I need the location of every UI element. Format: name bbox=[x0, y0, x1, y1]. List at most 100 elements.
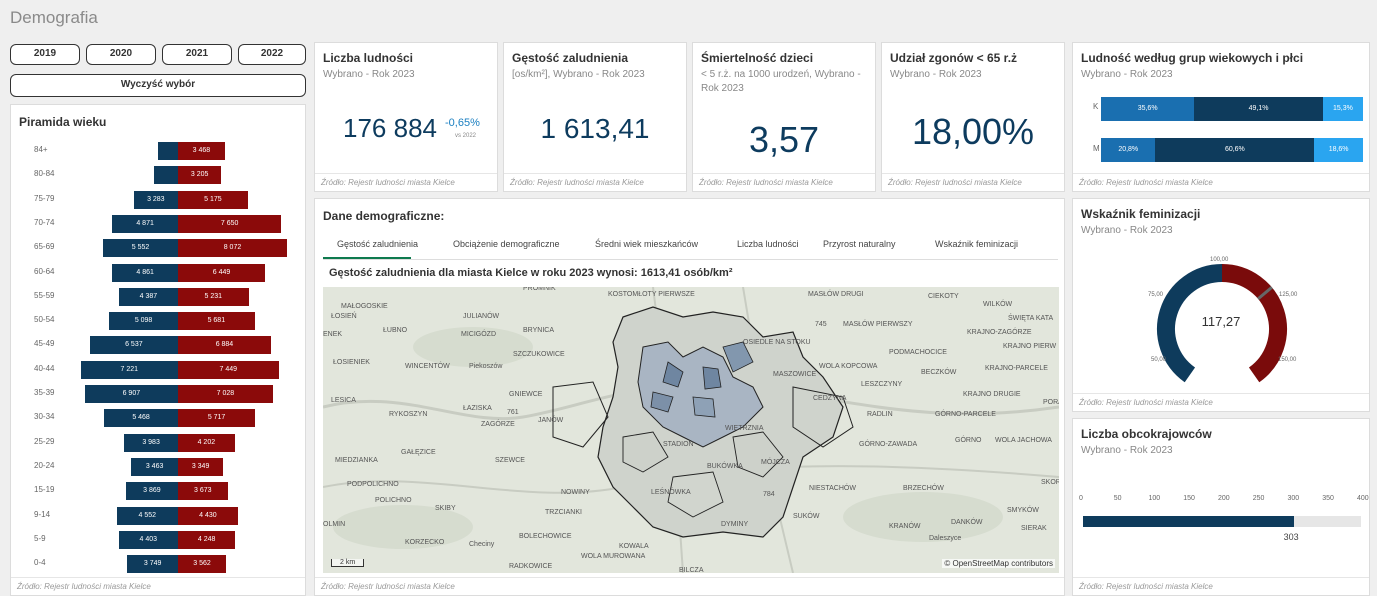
feminization-source: Źródło: Rejestr ludności miasta Kielce bbox=[1073, 393, 1369, 411]
tab-3[interactable]: Liczba ludności bbox=[737, 239, 799, 249]
map-place-label: CEDZYNA bbox=[813, 395, 847, 402]
pyramid-row: 60-64 4 861 6 449 bbox=[11, 263, 305, 282]
pyramid-age-label: 15-19 bbox=[34, 485, 55, 495]
map-background bbox=[323, 287, 1059, 573]
pyramid-row: 30-34 5 468 5 717 bbox=[11, 409, 305, 428]
clear-selection-button[interactable]: Wyczyść wybór bbox=[10, 74, 306, 97]
foreigners-axis-tick: 400 bbox=[1357, 495, 1369, 502]
foreigners-axis-tick: 100 bbox=[1148, 495, 1161, 502]
map-place-label: MASZOWICE bbox=[773, 371, 817, 378]
age-bar-m-working: 60,6% bbox=[1155, 138, 1315, 162]
pyramid-row: 35-39 6 907 7 028 bbox=[11, 385, 305, 403]
page-title: Demografia bbox=[10, 8, 98, 27]
map-place-label: WIETRZNIA bbox=[725, 425, 764, 432]
pyramid-row: 50-54 5 098 5 681 bbox=[11, 312, 305, 331]
map-place-label: BOLECHOWICE bbox=[519, 533, 572, 540]
tab-1[interactable]: Obciążenie demograficzne bbox=[453, 239, 560, 249]
map-place-label: PODMACHOCICE bbox=[889, 349, 947, 356]
demographic-data-title: Dane demograficzne: bbox=[323, 209, 445, 223]
foreigners-title: Liczba obcokrajowców bbox=[1081, 427, 1212, 441]
kpi-deaths-source: Źródło: Rejestr ludności miasta Kielce bbox=[882, 173, 1064, 191]
map-place-label: Checiny bbox=[469, 541, 495, 548]
pyramid-row: 9-14 4 552 4 430 bbox=[11, 506, 305, 525]
age-groups-sub: Wybrano - Rok 2023 bbox=[1081, 69, 1173, 80]
foreigners-sub: Wybrano - Rok 2023 bbox=[1081, 445, 1173, 456]
gauge-label-100: 100,00 bbox=[1210, 257, 1229, 263]
map-place-label: ŁOSIEŃ bbox=[331, 313, 357, 320]
gauge-label-75: 75,00 bbox=[1148, 292, 1164, 298]
pyramid-female-bar: 7 028 bbox=[178, 385, 273, 403]
kpi-population-value: 176 884 bbox=[343, 113, 437, 143]
foreigners-axis-tick: 200 bbox=[1218, 495, 1230, 502]
demographic-data-card: Dane demograficzne: Gęstość zaludnienia O… bbox=[314, 198, 1065, 596]
year-2021-button[interactable]: 2021 bbox=[162, 44, 232, 65]
pyramid-male-bar: 4 552 bbox=[116, 506, 178, 525]
map-place-label: MIEDZIANKA bbox=[335, 457, 378, 464]
pyramid-row: 75-79 3 283 5 175 bbox=[11, 190, 305, 209]
pyramid-male-bar bbox=[157, 142, 178, 160]
pyramid-age-label: 9-14 bbox=[34, 509, 51, 519]
density-map[interactable]: PROMNIK KOSTOMŁOTY PIERWSZE MASŁÓW DRUGI CI… bbox=[323, 287, 1059, 573]
age-bar-k-young: 35,6% bbox=[1101, 97, 1195, 121]
map-place-label: ZAGÓRZE bbox=[481, 421, 515, 428]
map-place-label: BRZECHÓW bbox=[903, 485, 944, 492]
map-place-label: NOWINY bbox=[561, 489, 590, 496]
age-groups-m-label: M bbox=[1093, 144, 1100, 153]
kpi-mortality-title: Śmiertelność dzieci bbox=[701, 51, 814, 65]
tab-2[interactable]: Średni wiek mieszkańców bbox=[595, 239, 698, 249]
pyramid-female-bar: 4 248 bbox=[178, 530, 236, 549]
tab-5[interactable]: Wskaźnik feminizacji bbox=[935, 239, 1018, 249]
foreigners-card: Liczba obcokrajowców Wybrano - Rok 2023 … bbox=[1072, 418, 1370, 596]
pyramid-age-label: 55-59 bbox=[34, 290, 55, 300]
kpi-population-sub: Wybrano - Rok 2023 bbox=[323, 69, 415, 80]
kpi-density-sub: [os/km²], Wybrano - Rok 2023 bbox=[512, 69, 645, 80]
map-place-label: ŚWIĘTA KATA bbox=[1008, 315, 1054, 322]
pyramid-female-bar: 6 884 bbox=[178, 336, 271, 355]
map-place-label: BECZKÓW bbox=[921, 369, 957, 376]
kpi-population-card: Liczba ludności Wybrano - Rok 2023 176 8… bbox=[314, 42, 498, 192]
pyramid-row: 55-59 4 387 5 231 bbox=[11, 287, 305, 306]
map-place-label: KORZECKO bbox=[405, 539, 445, 546]
gauge-label-150: 150,00 bbox=[1278, 357, 1297, 363]
pyramid-male-bar bbox=[153, 166, 178, 185]
pyramid-female-bar: 3 562 bbox=[178, 555, 227, 574]
year-2019-button[interactable]: 2019 bbox=[10, 44, 80, 65]
map-place-label: JULIANÓW bbox=[463, 313, 500, 320]
map-place-label: GÓRNO-ZAWADA bbox=[859, 441, 918, 448]
pyramid-age-label: 80-84 bbox=[34, 169, 55, 179]
pyramid-male-bar: 3 983 bbox=[124, 433, 178, 452]
pyramid-row: 15-19 3 869 3 673 bbox=[11, 482, 305, 501]
pyramid-female-bar: 5 717 bbox=[178, 409, 256, 428]
feminization-title: Wskaźnik feminizacji bbox=[1081, 207, 1201, 221]
kpi-mortality-sub: < 5 r.ż. na 1000 urodzeń, Wybrano - Rok … bbox=[701, 69, 861, 94]
map-attribution[interactable]: © OpenStreetMap contributors bbox=[942, 559, 1055, 568]
pyramid-age-label: 45-49 bbox=[34, 339, 55, 349]
map-place-label: ŁAZISKA bbox=[463, 405, 492, 412]
map-place-label: KRANÓW bbox=[889, 523, 921, 530]
map-place-label: GÓRNO-PARCELE bbox=[935, 411, 996, 418]
map-place-label: SKIBY bbox=[435, 505, 456, 512]
map-place-label: 745 bbox=[815, 321, 827, 328]
pyramid-row: 65-69 5 552 8 072 bbox=[11, 239, 305, 258]
pyramid-row: 84+ 3 468 bbox=[11, 142, 305, 160]
pyramid-age-label: 84+ bbox=[34, 145, 48, 154]
kpi-deaths-value: 18,00% bbox=[911, 111, 1035, 152]
map-place-label: WOLA KOPCOWA bbox=[819, 363, 878, 370]
age-bar-m-young: 20,8% bbox=[1101, 138, 1156, 162]
foreigners-axis-tick: 0 bbox=[1079, 495, 1083, 502]
map-place-label: PROMNIK bbox=[523, 287, 556, 292]
gauge-label-50: 50,00 bbox=[1151, 357, 1167, 363]
demographic-source: Źródło: Rejestr ludności miasta Kielce bbox=[315, 577, 1064, 595]
tab-0[interactable]: Gęstość zaludnienia bbox=[337, 239, 418, 249]
tab-4[interactable]: Przyrost naturalny bbox=[823, 239, 896, 249]
year-2022-button[interactable]: 2022 bbox=[238, 44, 306, 65]
kpi-mortality-value: 3,57 bbox=[748, 119, 820, 160]
pyramid-female-bar: 3 673 bbox=[178, 482, 228, 501]
year-2020-button[interactable]: 2020 bbox=[86, 44, 156, 65]
pyramid-age-label: 35-39 bbox=[34, 388, 55, 397]
pyramid-row: 0-4 3 749 3 562 bbox=[11, 555, 305, 574]
age-groups-k-label: K bbox=[1093, 102, 1099, 111]
map-place-label: LEŚNÓWKA bbox=[651, 489, 691, 496]
kpi-deaths-title: Udział zgonów < 65 r.ż bbox=[890, 51, 1018, 65]
age-groups-source: Źródło: Rejestr ludności miasta Kielce bbox=[1073, 173, 1369, 191]
